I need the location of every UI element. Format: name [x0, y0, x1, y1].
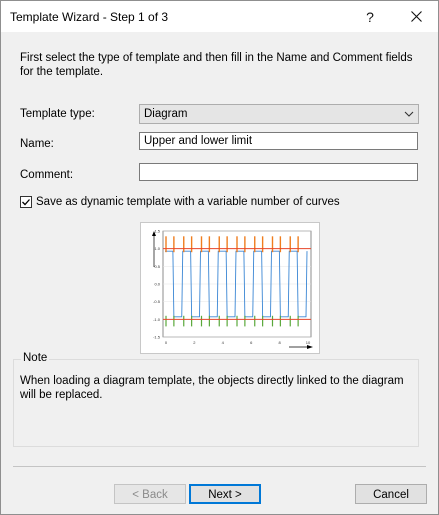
x-tick-label: 6 — [250, 340, 253, 345]
chevron-down-icon — [404, 111, 414, 117]
template-type-label: Template type: — [20, 108, 95, 120]
preview-diagram: 1.5 1.0 0.5 0.0 -0.5 -1.0 -1.5 0 2 4 6 8 10 — [152, 229, 313, 349]
template-type-value: Diagram — [144, 108, 188, 120]
x-tick-label: 10 — [306, 340, 311, 345]
dynamic-template-option[interactable]: Save as dynamic template with a variable… — [20, 196, 340, 208]
y-tick-label: -0.5 — [153, 299, 161, 304]
y-tick-label: 1.0 — [154, 246, 160, 251]
name-label: Name: — [20, 138, 54, 150]
y-tick-label: -1.0 — [153, 317, 161, 322]
y-tick-label: 1.5 — [154, 229, 160, 234]
cancel-button[interactable]: Cancel — [355, 484, 427, 504]
window-title: Template Wizard - Step 1 of 3 — [10, 10, 169, 24]
footer-separator — [13, 466, 426, 467]
title-bar: Template Wizard - Step 1 of 3 ? — [1, 1, 438, 32]
next-button[interactable]: Next > — [189, 484, 261, 504]
template-wizard-dialog: Template Wizard - Step 1 of 3 ? First se… — [0, 0, 439, 515]
y-tick-label: 0.0 — [154, 282, 160, 287]
checkmark-icon — [22, 199, 30, 206]
close-icon — [410, 11, 422, 22]
intro-text: First select the type of template and th… — [20, 52, 413, 78]
dialog-body: First select the type of template and th… — [1, 32, 438, 514]
comment-field[interactable] — [139, 163, 418, 181]
note-group — [13, 359, 419, 447]
y-tick-label: -1.5 — [153, 335, 161, 340]
help-button[interactable]: ? — [349, 1, 391, 32]
x-tick-label: 0 — [165, 340, 168, 345]
template-type-select[interactable]: Diagram — [139, 104, 419, 124]
note-title: Note — [21, 352, 50, 364]
x-axis-arrowhead — [307, 345, 313, 349]
comment-label: Comment: — [20, 169, 74, 181]
back-button[interactable]: < Back — [114, 484, 186, 504]
x-tick-label: 2 — [193, 340, 196, 345]
y-tick-label: 0.5 — [154, 264, 160, 269]
dynamic-template-checkbox[interactable] — [20, 196, 32, 208]
template-preview: 1.5 1.0 0.5 0.0 -0.5 -1.0 -1.5 0 2 4 6 8 10 — [140, 222, 320, 354]
x-tick-label: 4 — [222, 340, 225, 345]
close-button[interactable] — [395, 1, 437, 32]
dynamic-template-label: Save as dynamic template with a variable… — [36, 196, 340, 208]
name-field[interactable]: Upper and lower limit — [139, 132, 418, 150]
note-text: When loading a diagram template, the obj… — [20, 375, 404, 401]
x-tick-label: 8 — [278, 340, 281, 345]
